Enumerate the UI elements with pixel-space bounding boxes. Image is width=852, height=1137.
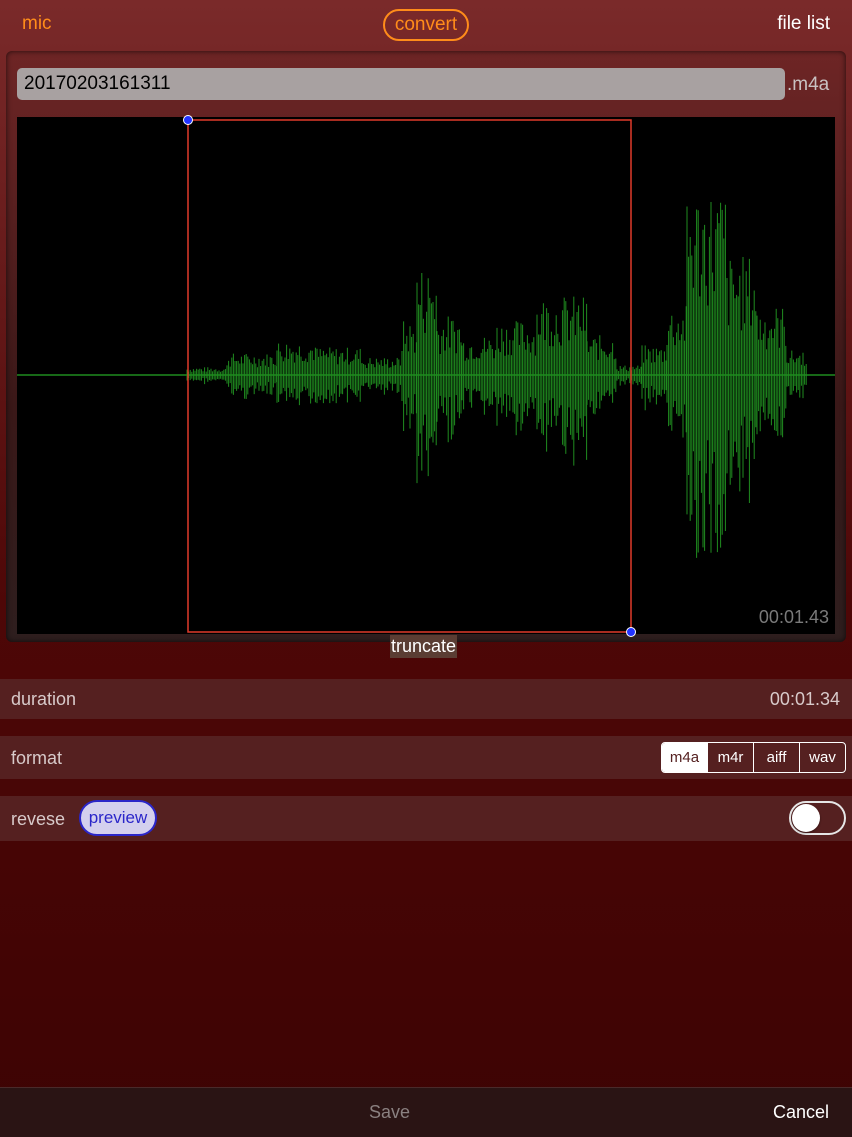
navigation-bar: mic convert file list — [0, 0, 852, 50]
waveform-graph — [17, 115, 835, 637]
waveform-time-label: 00:01.43 — [758, 607, 829, 627]
selection-end-handle[interactable] — [626, 627, 636, 637]
format-label: format — [11, 748, 63, 768]
toggle-knob — [792, 804, 820, 832]
bottom-toolbar: Save Cancel — [0, 1087, 852, 1137]
reverse-label: revese — [11, 809, 66, 829]
cancel-button[interactable]: Cancel — [773, 1102, 829, 1123]
file-extension-label: .m4a — [787, 74, 830, 95]
format-option-m4a[interactable]: m4a — [662, 743, 707, 772]
selection-start-handle[interactable] — [183, 115, 193, 125]
format-option-aiff[interactable]: aiff — [753, 743, 799, 772]
duration-label: duration — [11, 689, 77, 709]
format-option-m4r[interactable]: m4r — [707, 743, 753, 772]
waveform-view[interactable]: 00:01.43 — [17, 115, 835, 637]
preview-button[interactable]: preview — [79, 800, 157, 836]
truncate-button[interactable]: truncate — [390, 635, 458, 658]
filename-input[interactable]: 20170203161311 — [17, 68, 785, 100]
duration-value: 00:01.34 — [769, 689, 840, 709]
mic-button[interactable]: mic — [22, 13, 52, 35]
reverse-toggle[interactable] — [789, 801, 846, 835]
format-segmented-control[interactable]: m4a m4r aiff wav — [661, 742, 846, 773]
format-option-wav[interactable]: wav — [799, 743, 845, 772]
waveform-signal — [186, 202, 807, 558]
convert-button[interactable]: convert — [383, 9, 469, 41]
file-list-button[interactable]: file list — [777, 13, 830, 35]
duration-row: duration 00:01.34 — [0, 679, 852, 719]
save-button[interactable]: Save — [369, 1102, 410, 1123]
